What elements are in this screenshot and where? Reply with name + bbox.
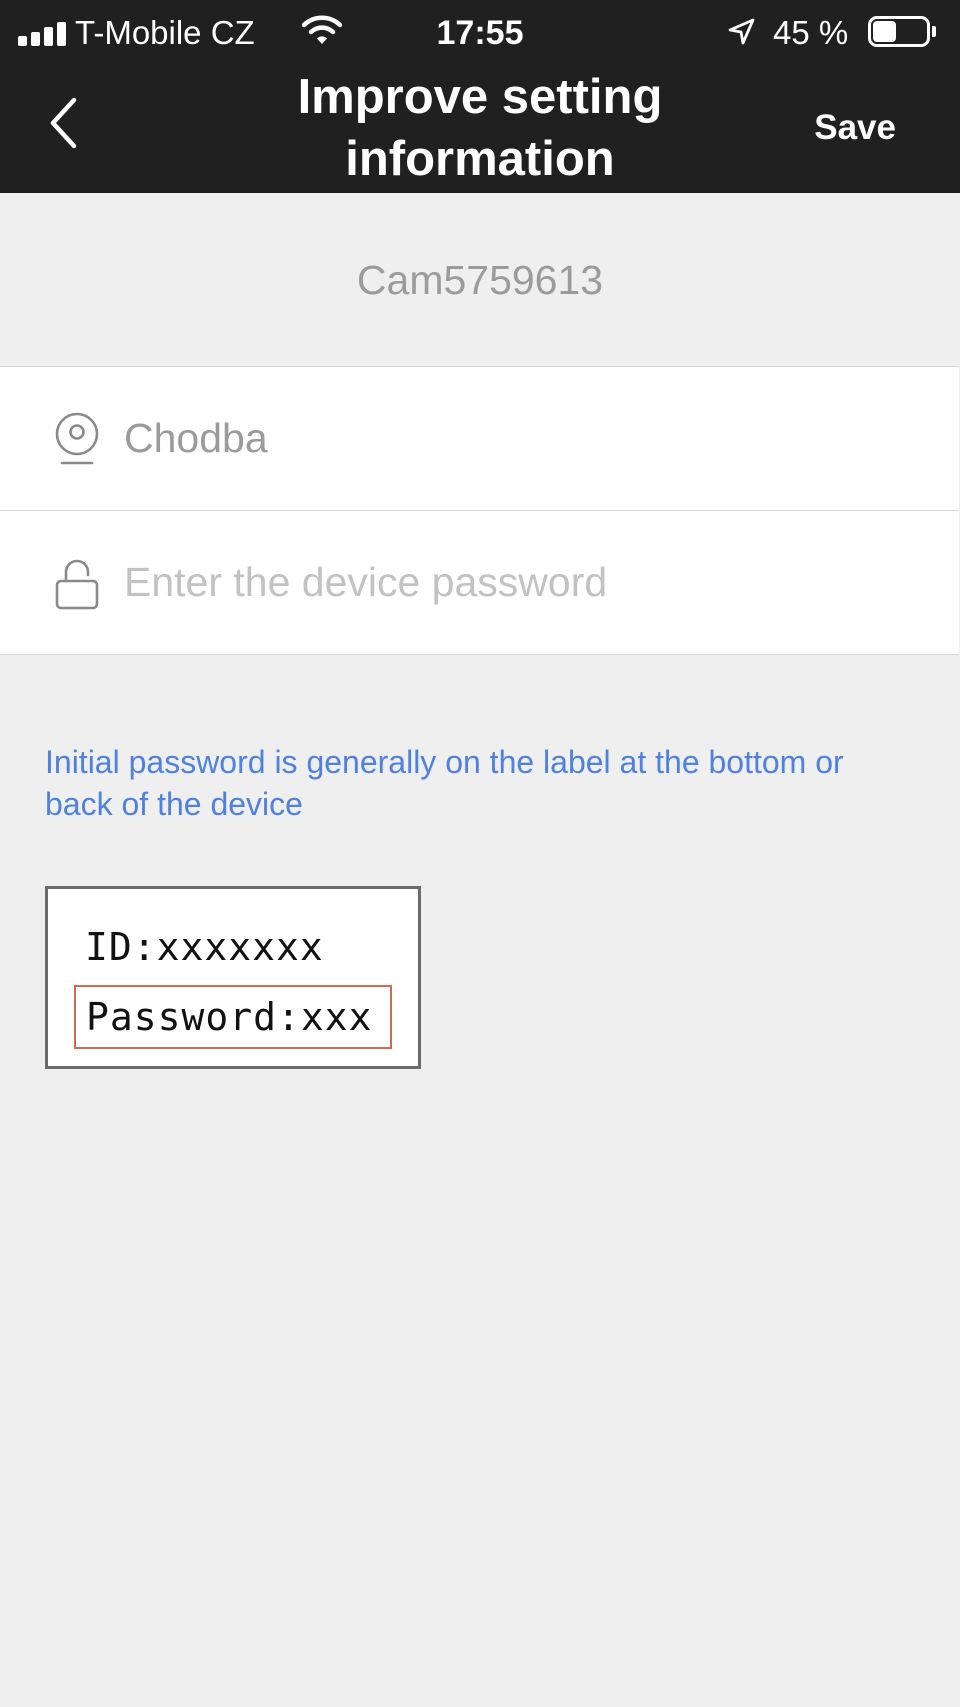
app-header: T-Mobile CZ 17:55 45 % Improve setting i…: [0, 0, 960, 193]
label-password-line: Password:xxx: [86, 995, 373, 1039]
password-hint-text: Initial password is generally on the lab…: [45, 744, 844, 822]
label-id-line: ID:xxxxxxx: [85, 925, 324, 969]
battery-icon: [868, 16, 936, 47]
device-name-row: [0, 367, 959, 510]
battery-percentage: 45 %: [773, 14, 849, 51]
location-arrow-icon: [728, 18, 755, 45]
device-id-label: Cam5759613: [356, 257, 604, 303]
lock-icon: [55, 559, 99, 610]
label-password-highlight: Password:xxx: [74, 985, 392, 1049]
status-bar: T-Mobile CZ 17:55 45 %: [0, 0, 960, 64]
page-title: Improve setting information: [297, 70, 663, 186]
device-password-row: [0, 510, 959, 654]
camera-icon: [55, 412, 99, 465]
device-settings-form: [0, 366, 959, 655]
device-name-input[interactable]: [124, 367, 924, 510]
chevron-left-icon: [50, 97, 77, 149]
save-button[interactable]: Save: [814, 106, 896, 150]
device-password-input[interactable]: [124, 511, 924, 654]
back-button[interactable]: [46, 96, 96, 156]
device-label-example: ID:xxxxxxx Password:xxx: [45, 886, 421, 1069]
